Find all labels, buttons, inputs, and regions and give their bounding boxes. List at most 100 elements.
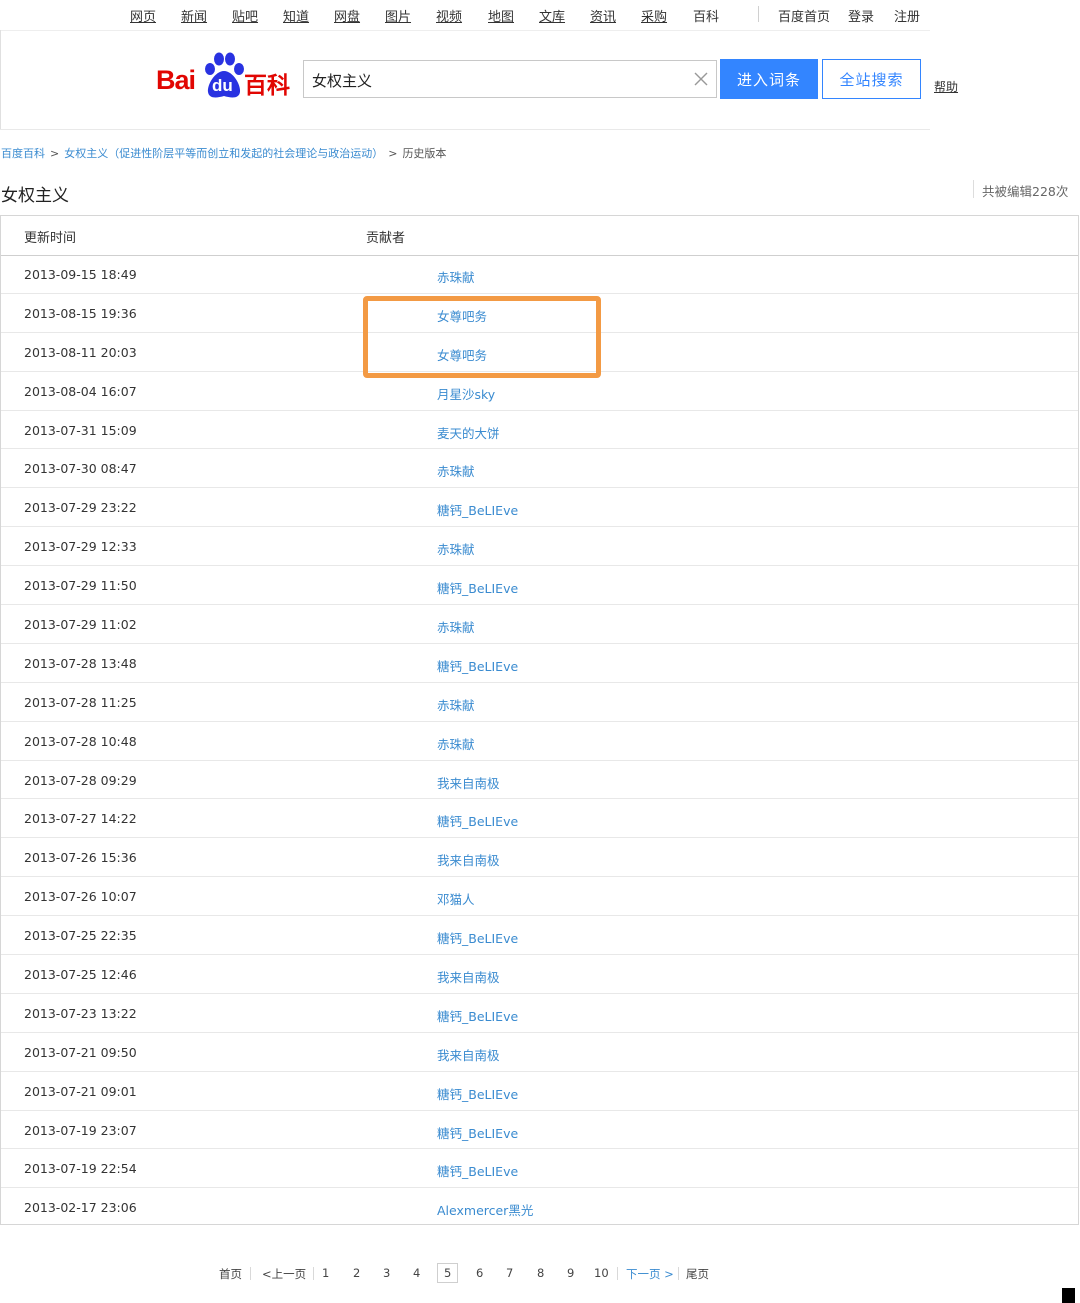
update-time: 2013-07-29 11:02 [24,617,137,633]
update-time: 2013-07-21 09:01 [24,1083,137,1099]
table-body: 2013-09-15 18:49 赤珠献 2013-08-15 19:36 女尊吧务 2… [1,255,1078,1227]
nav-web[interactable]: 网页 [130,6,156,25]
logo-bai-text: Bai [156,65,196,95]
nav-wenku[interactable]: 文库 [539,6,565,25]
table-row: 2013-07-21 09:50 我来自南极 [1,1033,1078,1072]
logo-baike-text: 百科 [244,73,290,99]
table-row: 2013-07-19 23:07 糖钙_BeLIEve [1,1111,1078,1150]
search-box [303,60,717,98]
contributor-link[interactable]: 糖钙_BeLIEve [437,1084,518,1103]
contributor-link[interactable]: 邓猫人 [437,889,475,908]
contributor-link[interactable]: 赤珠献 [437,461,475,480]
table-row: 2013-07-29 12:33 赤珠献 [1,527,1078,567]
contributor-link[interactable]: 糖钙_BeLIEve [437,1161,518,1180]
contributor-link[interactable]: 赤珠献 [437,695,475,714]
baidu-baike-logo[interactable]: Bai du 百科 [156,52,296,102]
table-row: 2013-07-23 13:22 糖钙_BeLIEve [1,994,1078,1033]
breadcrumb-separator: > [388,147,398,160]
contributor-link[interactable]: Alexmercer黑光 [437,1200,533,1219]
nav-map[interactable]: 地图 [488,6,514,25]
page-3[interactable]: 3 [383,1266,390,1280]
nav-tieba[interactable]: 贴吧 [232,6,258,25]
contributor-link[interactable]: 糖钙_BeLIEve [437,811,518,830]
table-row: 2013-07-29 11:02 赤珠献 [1,605,1078,644]
nav-purchase[interactable]: 采购 [641,6,667,25]
breadcrumb-root[interactable]: 百度百科 [1,147,45,160]
nav-zhidao[interactable]: 知道 [283,6,309,25]
page-prev[interactable]: <上一页 [262,1266,306,1282]
update-time: 2013-07-29 12:33 [24,539,137,555]
help-link[interactable]: 帮助 [934,78,958,95]
table-row: 2013-07-27 14:22 糖钙_BeLIEve [1,799,1078,839]
nav-video[interactable]: 视频 [436,6,462,25]
left-border [0,30,1,130]
contributor-link[interactable]: 糖钙_BeLIEve [437,656,518,675]
page-last[interactable]: 尾页 [686,1266,709,1282]
pagination: 首页 <上一页 1 2 3 4 5 6 7 8 9 10 下一页 > 尾页 [0,1262,1080,1286]
contributor-link[interactable]: 赤珠献 [437,734,475,753]
logo-du-text: du [212,76,233,95]
contributor-link[interactable]: 我来自南极 [437,850,500,869]
page-6[interactable]: 6 [476,1266,483,1280]
contributor-link[interactable]: 我来自南极 [437,1045,500,1064]
nav-info[interactable]: 资讯 [590,6,616,25]
site-search-button[interactable]: 全站搜索 [822,59,921,99]
table-row: 2013-08-04 16:07 月星沙sky [1,372,1078,411]
contributor-link[interactable]: 女尊吧务 [437,306,487,325]
edit-count: 共被编辑228次 [982,184,1069,199]
register-link[interactable]: 注册 [894,6,920,25]
table-row: 2013-07-21 09:01 糖钙_BeLIEve [1,1072,1078,1111]
column-header-contributor: 贡献者 [366,231,406,246]
update-time: 2013-07-27 14:22 [24,811,137,827]
pager-divider [678,1267,679,1280]
corner-mark [1062,1288,1075,1303]
contributor-link[interactable]: 糖钙_BeLIEve [437,578,518,597]
update-time: 2013-07-29 23:22 [24,500,137,516]
contributor-link[interactable]: 赤珠献 [437,617,475,636]
contributor-link[interactable]: 赤珠献 [437,539,475,558]
page-1[interactable]: 1 [322,1266,329,1280]
clear-icon[interactable] [692,70,710,88]
update-time: 2013-07-28 11:25 [24,694,137,710]
nav-pan[interactable]: 网盘 [334,6,360,25]
nav-images[interactable]: 图片 [385,6,411,25]
table-row: 2013-07-19 22:54 糖钙_BeLIEve [1,1149,1078,1189]
update-time: 2013-07-28 13:48 [24,655,137,671]
contributor-link[interactable]: 我来自南极 [437,967,500,986]
contributor-link[interactable]: 糖钙_BeLIEve [437,1123,518,1142]
page-2[interactable]: 2 [353,1266,360,1280]
enter-entry-button[interactable]: 进入词条 [720,59,818,99]
update-time: 2013-09-15 18:49 [24,267,137,282]
top-nav: 网页 新闻 贴吧 知道 网盘 图片 视频 地图 文库 资讯 采购 百科 百度首页… [0,0,930,31]
page-4[interactable]: 4 [413,1266,420,1280]
contributor-link[interactable]: 女尊吧务 [437,345,487,364]
page-8[interactable]: 8 [537,1266,544,1280]
contributor-link[interactable]: 糖钙_BeLIEve [437,1006,518,1025]
baidu-home-link[interactable]: 百度首页 [778,6,830,25]
page-next[interactable]: 下一页 > [626,1266,674,1282]
page-10[interactable]: 10 [594,1266,609,1280]
login-link[interactable]: 登录 [848,6,874,25]
table-row: 2013-07-25 12:46 我来自南极 [1,955,1078,994]
search-input[interactable] [312,69,682,91]
contributor-link[interactable]: 月星沙sky [437,384,495,403]
update-time: 2013-02-17 23:06 [24,1200,137,1216]
table-row: 2013-07-26 10:07 邓猫人 [1,877,1078,917]
contributor-link[interactable]: 赤珠献 [437,267,475,286]
contributor-link[interactable]: 糖钙_BeLIEve [437,500,518,519]
breadcrumb-current: 历史版本 [402,147,447,160]
contributor-link[interactable]: 糖钙_BeLIEve [437,928,518,947]
contributor-link[interactable]: 我来自南极 [437,773,500,792]
table-row: 2013-09-15 18:49 赤珠献 [1,255,1078,294]
page-first[interactable]: 首页 [219,1266,242,1282]
table-row: 2013-08-11 20:03 女尊吧务 [1,333,1078,372]
header-divider [0,129,930,130]
nav-news[interactable]: 新闻 [181,6,207,25]
page-7[interactable]: 7 [506,1266,513,1280]
update-time: 2013-08-04 16:07 [24,383,137,399]
table-row: 2013-07-25 22:35 糖钙_BeLIEve [1,916,1078,956]
breadcrumb-entry[interactable]: 女权主义（促进性阶层平等而创立和发起的社会理论与政治运动） [64,147,383,160]
contributor-link[interactable]: 麦天的大饼 [437,423,500,442]
table-row: 2013-08-15 19:36 女尊吧务 [1,294,1078,333]
page-9[interactable]: 9 [567,1266,574,1280]
